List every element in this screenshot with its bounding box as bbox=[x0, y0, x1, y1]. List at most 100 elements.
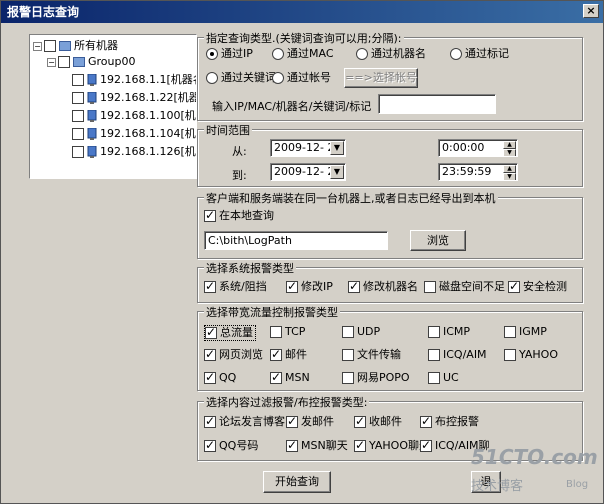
checkbox-indicator[interactable] bbox=[428, 372, 440, 384]
sys-alarm-checkbox[interactable]: 修改IP bbox=[286, 279, 333, 294]
bw-alarm-checkbox[interactable]: IGMP bbox=[504, 325, 547, 339]
spin-up-icon[interactable]: ▲ bbox=[503, 141, 516, 149]
checkbox-indicator[interactable] bbox=[508, 279, 520, 293]
local-query-checkbox[interactable]: 在本地查询 bbox=[204, 208, 274, 223]
spin-down-icon[interactable]: ▼ bbox=[503, 173, 516, 180]
bw-alarm-checkbox[interactable]: 文件传输 bbox=[342, 348, 401, 362]
radio-indicator[interactable] bbox=[450, 48, 462, 60]
checkbox-indicator[interactable] bbox=[354, 414, 366, 428]
tree-root[interactable]: − 所有机器 bbox=[33, 38, 118, 54]
checkbox-indicator[interactable] bbox=[424, 281, 436, 293]
tree-item[interactable]: 192.168.1.104[机器名 bbox=[72, 126, 196, 142]
tree-group-checkbox[interactable] bbox=[58, 56, 70, 68]
radio-indicator[interactable] bbox=[206, 72, 218, 84]
radio-by-mac[interactable]: 通过MAC bbox=[272, 47, 334, 61]
checkbox-indicator[interactable] bbox=[504, 349, 516, 361]
checkbox-indicator[interactable] bbox=[204, 208, 216, 222]
checkbox-indicator[interactable] bbox=[348, 279, 360, 293]
checkbox-indicator[interactable] bbox=[204, 347, 216, 361]
radio-by-ip[interactable]: 通过IP bbox=[206, 47, 253, 61]
from-time-picker[interactable]: 0:00:00 ▲ ▼ bbox=[438, 139, 518, 157]
sys-alarm-checkbox[interactable]: 磁盘空间不足 bbox=[424, 280, 505, 294]
checkbox-indicator[interactable] bbox=[204, 414, 216, 428]
bw-alarm-checkbox[interactable]: 总流量 bbox=[204, 325, 256, 341]
checkbox-indicator[interactable] bbox=[204, 370, 216, 384]
checkbox-indicator[interactable] bbox=[420, 414, 432, 428]
time-spinner[interactable]: ▲ ▼ bbox=[503, 141, 516, 156]
radio-indicator[interactable] bbox=[272, 48, 284, 60]
checkbox-indicator[interactable] bbox=[342, 372, 354, 384]
bw-alarm-checkbox[interactable]: 网页浏览 bbox=[204, 347, 263, 362]
tree-item[interactable]: 192.168.1.22[机器名 bbox=[72, 90, 196, 106]
time-spinner[interactable]: ▲ ▼ bbox=[503, 165, 516, 180]
checkbox-indicator[interactable] bbox=[204, 279, 216, 293]
tree-item[interactable]: 192.168.1.126[机器名 bbox=[72, 144, 196, 160]
checkbox-indicator[interactable] bbox=[286, 414, 298, 428]
tree-item-checkbox[interactable] bbox=[72, 74, 84, 86]
checkbox-indicator[interactable] bbox=[342, 349, 354, 361]
checkbox-indicator[interactable] bbox=[428, 349, 440, 361]
collapse-icon[interactable]: − bbox=[47, 57, 56, 67]
content-alarm-checkbox[interactable]: MSN聊天 bbox=[286, 438, 348, 453]
checkbox-indicator[interactable] bbox=[420, 438, 432, 452]
radio-indicator[interactable] bbox=[206, 48, 218, 60]
tree-group[interactable]: − Group00 bbox=[47, 54, 136, 70]
to-time-picker[interactable]: 23:59:59 ▲ ▼ bbox=[438, 163, 518, 181]
radio-by-tag[interactable]: 通过标记 bbox=[450, 47, 509, 61]
to-date-picker[interactable]: 2009-12- 2 ▼ bbox=[270, 163, 346, 181]
tree-root-checkbox[interactable] bbox=[44, 40, 56, 52]
bw-alarm-checkbox[interactable]: UDP bbox=[342, 325, 380, 339]
spin-up-icon[interactable]: ▲ bbox=[503, 165, 516, 173]
tree-item[interactable]: 192.168.1.1[机器名 bbox=[72, 72, 196, 88]
checkbox-indicator[interactable] bbox=[504, 326, 516, 338]
content-alarm-checkbox[interactable]: QQ号码 bbox=[204, 438, 258, 453]
content-alarm-checkbox[interactable]: 布控报警 bbox=[420, 414, 479, 429]
radio-by-account[interactable]: 通过帐号 bbox=[272, 71, 331, 85]
checkbox-indicator[interactable] bbox=[286, 279, 298, 293]
checkbox-indicator[interactable] bbox=[270, 347, 282, 361]
tree-item-checkbox[interactable] bbox=[72, 110, 84, 122]
radio-indicator[interactable] bbox=[272, 72, 284, 84]
checkbox-indicator[interactable] bbox=[428, 326, 440, 338]
checkbox-indicator[interactable] bbox=[270, 370, 282, 384]
bw-alarm-checkbox[interactable]: 网易POPO bbox=[342, 371, 410, 385]
sys-alarm-checkbox[interactable]: 修改机器名 bbox=[348, 279, 418, 294]
machine-tree[interactable]: − 所有机器 − Group00 192.168.1.1[机器名 192.168.1… bbox=[29, 34, 197, 179]
bw-alarm-checkbox[interactable]: ICQ/AIM bbox=[428, 348, 487, 362]
chevron-down-icon[interactable]: ▼ bbox=[330, 141, 344, 155]
close-button[interactable]: × bbox=[583, 4, 599, 18]
tree-item-checkbox[interactable] bbox=[72, 146, 84, 158]
checkbox-indicator[interactable] bbox=[286, 438, 298, 452]
chevron-down-icon[interactable]: ▼ bbox=[330, 165, 344, 179]
bw-alarm-checkbox[interactable]: 邮件 bbox=[270, 347, 307, 362]
sys-alarm-checkbox[interactable]: 系统/阻挡 bbox=[204, 279, 267, 294]
content-alarm-checkbox[interactable]: 发邮件 bbox=[286, 414, 334, 429]
collapse-icon[interactable]: − bbox=[33, 41, 42, 51]
content-alarm-checkbox[interactable]: 收邮件 bbox=[354, 414, 402, 429]
from-date-picker[interactable]: 2009-12- 2 ▼ bbox=[270, 139, 346, 157]
bw-alarm-checkbox[interactable]: YAHOO bbox=[504, 348, 558, 362]
radio-by-machine-name[interactable]: 通过机器名 bbox=[356, 47, 426, 61]
bw-alarm-checkbox[interactable]: ICMP bbox=[428, 325, 470, 339]
tree-item-checkbox[interactable] bbox=[72, 92, 84, 104]
browse-button[interactable]: 浏览 bbox=[410, 230, 466, 251]
content-alarm-checkbox[interactable]: 论坛发言博客 bbox=[204, 414, 285, 429]
query-input[interactable] bbox=[378, 94, 496, 114]
select-account-button[interactable]: ==>选择帐号 bbox=[344, 68, 418, 88]
bw-alarm-checkbox[interactable]: MSN bbox=[270, 370, 310, 385]
spin-down-icon[interactable]: ▼ bbox=[503, 149, 516, 156]
bw-alarm-checkbox[interactable]: TCP bbox=[270, 325, 305, 339]
bw-alarm-checkbox[interactable]: UC bbox=[428, 371, 459, 385]
checkbox-indicator[interactable] bbox=[342, 326, 354, 338]
tree-item[interactable]: 192.168.1.100[机器名 bbox=[72, 108, 196, 124]
checkbox-indicator[interactable] bbox=[205, 325, 217, 339]
bw-alarm-checkbox[interactable]: QQ bbox=[204, 370, 236, 385]
checkbox-indicator[interactable] bbox=[270, 326, 282, 338]
checkbox-indicator[interactable] bbox=[354, 438, 366, 452]
sys-alarm-checkbox[interactable]: 安全检测 bbox=[508, 279, 567, 294]
start-query-button[interactable]: 开始查询 bbox=[263, 471, 331, 493]
log-path-input[interactable]: C:\bith\LogPath bbox=[204, 231, 388, 250]
content-alarm-checkbox[interactable]: YAHOO聊天 bbox=[354, 438, 430, 453]
checkbox-indicator[interactable] bbox=[204, 438, 216, 452]
radio-by-keyword[interactable]: 通过关键词 bbox=[206, 71, 276, 85]
